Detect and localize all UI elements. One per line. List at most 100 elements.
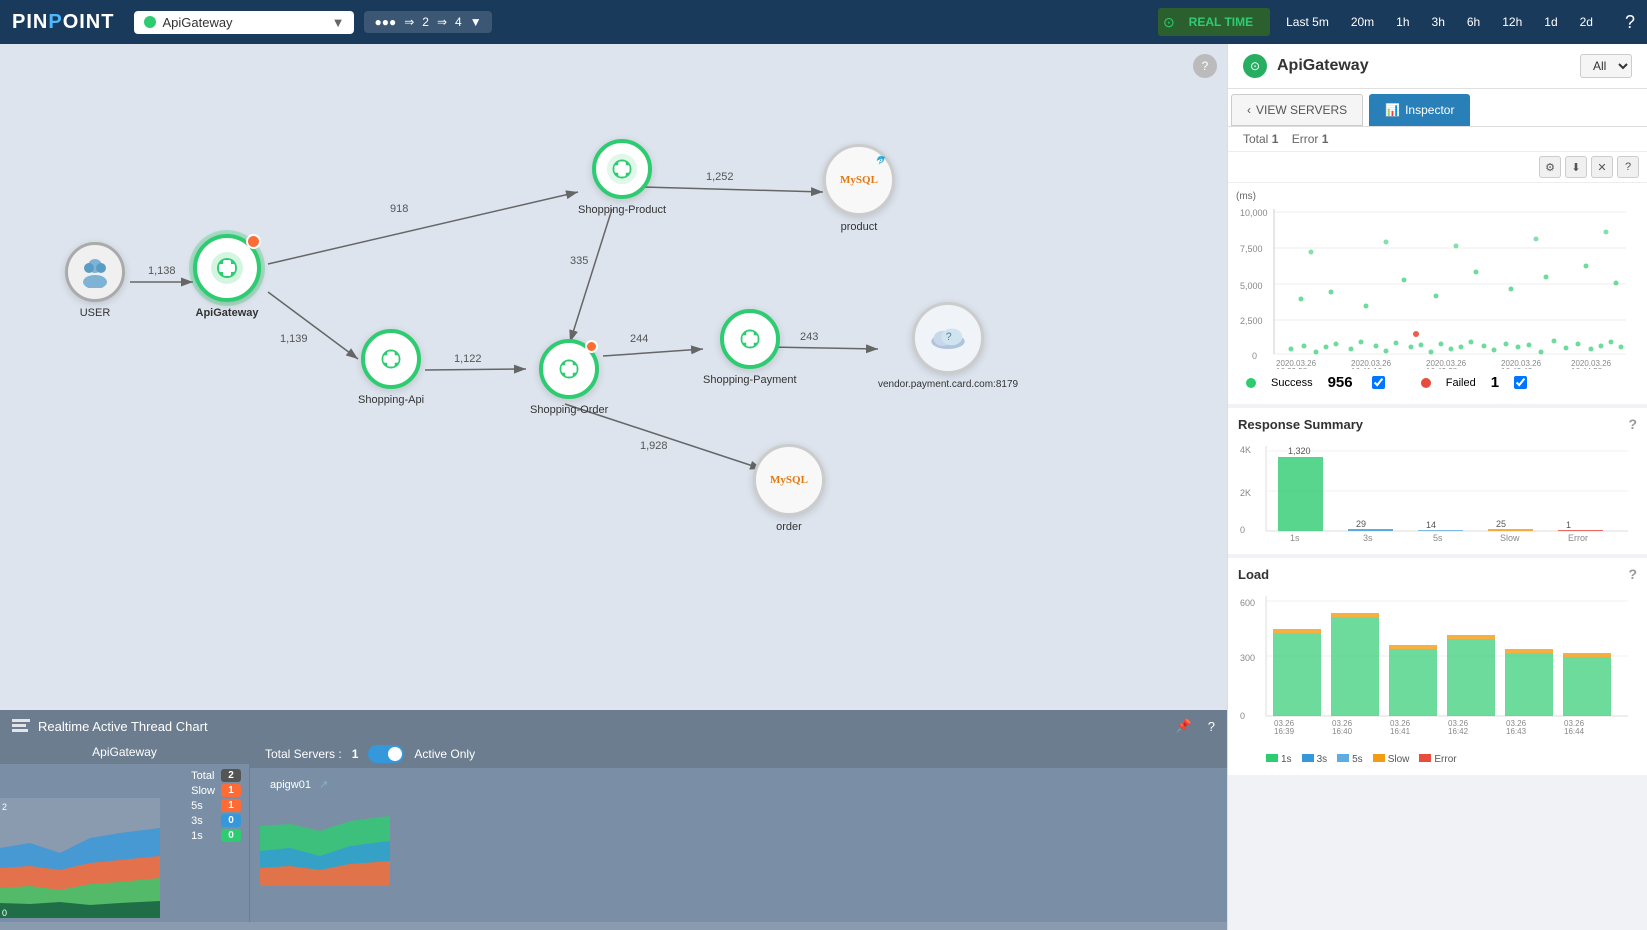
svg-text:2: 2 — [2, 802, 7, 812]
close-icon[interactable]: ✕ — [1591, 156, 1613, 178]
failed-dot — [1421, 378, 1431, 388]
realtime-button[interactable]: REAL TIME — [1177, 10, 1265, 34]
node-order-label: order — [776, 521, 802, 533]
mini-thread-chart: 2 0 — [0, 798, 160, 918]
thread-chart-panel: Realtime Active Thread Chart 📌 ? ApiGate… — [0, 710, 1227, 930]
svg-text:5s: 5s — [1433, 533, 1443, 541]
download-icon[interactable]: ⬇ — [1565, 156, 1587, 178]
load-title: Load ? — [1228, 558, 1647, 586]
tab-view-servers[interactable]: ‹ VIEW SERVERS — [1231, 94, 1363, 126]
server-row[interactable]: apigw01 ↗ — [260, 773, 1217, 796]
active-only-toggle[interactable] — [368, 745, 404, 763]
pin-icon[interactable]: 📌 — [1176, 718, 1192, 734]
success-count: 956 — [1328, 374, 1353, 391]
svg-text:16:43: 16:43 — [1506, 727, 1527, 736]
time-btn-12h[interactable]: 12h — [1492, 10, 1532, 34]
response-summary-title: Response Summary ? — [1228, 408, 1647, 436]
node-shopping-api-label: Shopping-Api — [358, 394, 424, 406]
svg-text:16:41: 16:41 — [1390, 727, 1411, 736]
time-navigation: ⊙ REAL TIME Last 5m 20m 1h 3h 6h 12h 1d … — [1158, 8, 1603, 36]
time-btn-3h[interactable]: 3h — [1422, 10, 1455, 34]
scatter-plot-svg[interactable]: 10,000 7,500 5,000 2,500 0 — [1236, 204, 1626, 369]
service-map[interactable]: ? 1,138 918 1,139 1 — [0, 44, 1227, 710]
scatter-y-label: (ms) — [1236, 191, 1639, 202]
right-panel: ⊙ ApiGateway All ‹ VIEW SERVERS 📊 Inspec… — [1227, 44, 1647, 930]
total-label: Total — [1243, 132, 1268, 146]
thread-chart-header: Realtime Active Thread Chart 📌 ? — [0, 712, 1227, 740]
svg-text:918: 918 — [390, 203, 408, 215]
svg-text:10,000: 10,000 — [1240, 208, 1268, 218]
svg-text:16:41:13: 16:41:13 — [1351, 367, 1383, 369]
failed-checkbox[interactable] — [1514, 376, 1527, 389]
server-mini-chart — [260, 796, 390, 886]
app-name-label: ApiGateway — [162, 15, 232, 30]
chevron-down-icon: ▼ — [470, 15, 482, 29]
success-checkbox[interactable] — [1372, 376, 1385, 389]
node-user[interactable]: USER — [65, 242, 125, 319]
svg-text:0: 0 — [1240, 711, 1245, 721]
s3-label: 3s — [191, 815, 203, 827]
time-btn-2d[interactable]: 2d — [1570, 10, 1603, 34]
response-chart: 4K 2K 0 1,320 29 — [1228, 436, 1647, 554]
svg-text:300: 300 — [1240, 653, 1255, 663]
left-panel: ? 1,138 918 1,139 1 — [0, 44, 1227, 930]
svg-text:25: 25 — [1496, 519, 1506, 529]
svg-text:16:40: 16:40 — [1332, 727, 1353, 736]
thread-chart-body: ApiGateway — [0, 740, 1227, 922]
total-servers-panel: Total Servers : 1 Active Only apigw01 ↗ — [250, 740, 1227, 922]
failed-label: Failed — [1446, 377, 1476, 389]
inspector-stats: Total 1 Error 1 — [1228, 127, 1647, 152]
tab-inspector[interactable]: 📊 Inspector — [1369, 94, 1470, 126]
time-btn-5m[interactable]: Last 5m — [1276, 10, 1339, 34]
node-shopping-product[interactable]: Shopping-Product — [578, 139, 666, 216]
inspector-scroll-area[interactable]: (ms) 10,000 7,500 5,000 2,500 0 — [1228, 183, 1647, 930]
time-btn-1h[interactable]: 1h — [1386, 10, 1419, 34]
svg-text:600: 600 — [1240, 598, 1255, 608]
app-logo: PINPOINT — [12, 11, 114, 34]
svg-text:1,122: 1,122 — [454, 353, 482, 365]
server-chart-svg — [260, 796, 390, 886]
node-order[interactable]: MySQL order — [753, 444, 825, 533]
response-help-icon[interactable]: ? — [1628, 416, 1637, 432]
chart-toolbar: ⚙ ⬇ ✕ ? — [1228, 152, 1647, 183]
server-name: apigw01 — [270, 779, 311, 791]
svg-text:1,252: 1,252 — [706, 171, 734, 183]
settings-icon[interactable]: ⚙ — [1539, 156, 1561, 178]
svg-text:7,500: 7,500 — [1240, 244, 1263, 254]
load-section: Load ? 600 300 0 — [1228, 558, 1647, 775]
thread-chart-help-icon[interactable]: ? — [1208, 719, 1215, 734]
node-apigateway[interactable]: ApiGateway — [193, 234, 261, 319]
time-btn-6h[interactable]: 6h — [1457, 10, 1490, 34]
svg-text:2,500: 2,500 — [1240, 316, 1263, 326]
map-help-icon[interactable]: ? — [1193, 54, 1217, 78]
time-btn-1d[interactable]: 1d — [1534, 10, 1567, 34]
svg-text:14: 14 — [1426, 520, 1436, 530]
svg-text:Slow: Slow — [1500, 533, 1520, 541]
load-help-icon[interactable]: ? — [1628, 566, 1637, 582]
node-shopping-api[interactable]: Shopping-Api — [358, 329, 424, 406]
node-vendor[interactable]: ? vendor.payment.card.com:8179 — [878, 302, 1018, 390]
node-shopping-payment[interactable]: Shopping-Payment — [703, 309, 797, 386]
connection-info: ●●● ⇒ 2 ⇒ 4 ▼ — [364, 11, 491, 33]
slow-label: Slow — [191, 785, 215, 797]
help-icon[interactable]: ? — [1625, 12, 1635, 33]
node-user-label: USER — [80, 307, 111, 319]
active-only-label: Active Only — [414, 747, 475, 761]
error-label: Error — [1292, 132, 1319, 146]
help-icon[interactable]: ? — [1617, 156, 1639, 178]
chart-icon: 📊 — [1385, 103, 1400, 117]
node-product[interactable]: MySQL 🐬 product — [823, 144, 895, 233]
svg-text:335: 335 — [570, 255, 588, 267]
svg-text:Error: Error — [1568, 533, 1588, 541]
node-shopping-order[interactable]: Shopping-Order — [530, 339, 608, 416]
inspector-app-title: ApiGateway — [1277, 57, 1570, 75]
svg-text:0: 0 — [1252, 351, 1257, 361]
external-link-icon[interactable]: ↗ — [319, 778, 328, 791]
node-product-label: product — [841, 221, 878, 233]
time-btn-20m[interactable]: 20m — [1341, 10, 1384, 34]
filter-select[interactable]: All — [1580, 54, 1632, 78]
svg-text:2K: 2K — [1240, 488, 1251, 498]
app-selector[interactable]: ApiGateway ▼ — [134, 11, 354, 34]
svg-text:243: 243 — [800, 331, 818, 343]
svg-text:16:44: 16:44 — [1564, 727, 1585, 736]
